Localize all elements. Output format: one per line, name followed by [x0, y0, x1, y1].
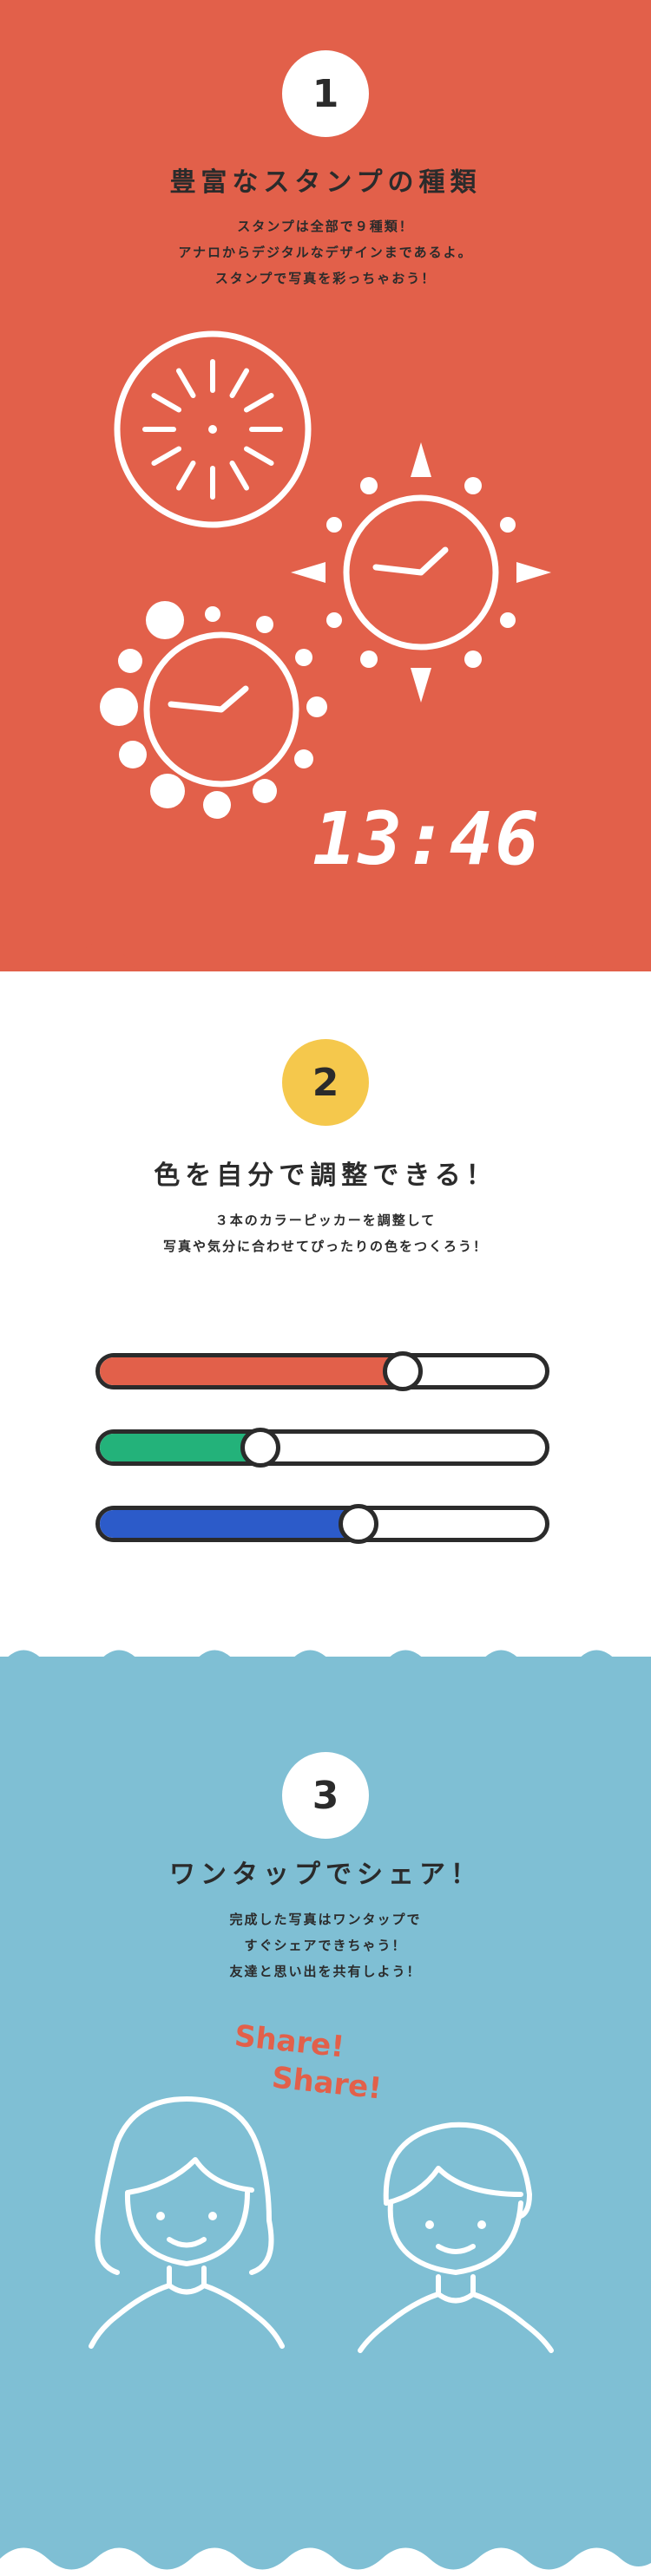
- dial-tick: [151, 393, 182, 413]
- color-picker-section: 2 色を自分で調整できる！ ３本のカラーピッカーを調整して 写真や気分に合わせて…: [0, 971, 651, 1657]
- stamps-section: 1 豊富なスタンプの種類 スタンプは全部で９種類！ アナロからデジタルなデザイン…: [0, 0, 651, 971]
- blue-slider[interactable]: [95, 1504, 549, 1544]
- red-slider[interactable]: [95, 1351, 549, 1391]
- section-description: ３本のカラーピッカーを調整して 写真や気分に合わせてぴったりの色をつくろう！: [0, 1207, 651, 1259]
- description-line: 完成した写真はワンタップで: [229, 1912, 422, 1927]
- section-title: 豊富なスタンプの種類: [169, 167, 482, 198]
- step-number-badge: 2: [282, 1039, 369, 1126]
- blue-slider-fill: [100, 1510, 358, 1538]
- green-slider-knob[interactable]: [240, 1428, 280, 1468]
- dial-tick: [176, 460, 196, 491]
- red-slider-fill: [100, 1357, 403, 1385]
- section-description: スタンプは全部で９種類！ アナロからデジタルなデザインまであるよ。 スタンプで写…: [0, 213, 651, 291]
- girl-illustration-icon: [89, 2096, 285, 2349]
- step-number-badge: 1: [282, 50, 369, 137]
- green-slider-fill: [100, 1434, 260, 1461]
- wave-divider: [0, 2547, 651, 2576]
- description-line: スタンプで写真を彩っちゃおう！: [214, 271, 437, 286]
- dial-tick: [243, 393, 274, 413]
- step-number: 2: [312, 1060, 339, 1105]
- section-title: ワンタップでシェア！: [169, 1860, 482, 1890]
- step-number-badge: 3: [282, 1752, 369, 1839]
- description-line: ３本のカラーピッカーを調整して: [214, 1213, 437, 1228]
- share-section: 3 ワンタップでシェア！ 完成した写真はワンタップで すぐシェアできちゃう！ 友…: [0, 1657, 651, 2576]
- dial-tick: [176, 368, 196, 399]
- section-description: 完成した写真はワンタップで すぐシェアできちゃう！ 友達と思い出を共有しよう！: [0, 1906, 651, 1984]
- boy-illustration-icon: [358, 2122, 554, 2353]
- dial-tick: [229, 460, 249, 491]
- step-number: 3: [312, 1773, 339, 1818]
- share-label: Share!: [233, 2018, 346, 2065]
- dial-tick: [151, 446, 182, 466]
- step-number: 1: [312, 71, 339, 116]
- dial-clock-stamp-icon: [114, 330, 312, 528]
- dial-tick: [229, 368, 249, 399]
- red-slider-knob[interactable]: [382, 1351, 423, 1391]
- blue-slider-knob[interactable]: [338, 1504, 378, 1544]
- section-title: 色を自分で調整できる！: [154, 1161, 497, 1191]
- dial-tick: [243, 446, 274, 466]
- description-line: 友達と思い出を共有しよう！: [229, 1964, 422, 1979]
- digital-clock-stamp: 13:46: [312, 796, 541, 881]
- description-line: アナロからデジタルなデザインまであるよ。: [178, 245, 473, 260]
- bubble-clock-stamp-icon: [100, 601, 327, 819]
- description-line: スタンプは全部で９種類！: [237, 219, 414, 234]
- green-slider[interactable]: [95, 1428, 549, 1468]
- description-line: 写真や気分に合わせてぴったりの色をつくろう！: [162, 1239, 488, 1254]
- description-line: すぐシェアできちゃう！: [244, 1938, 407, 1953]
